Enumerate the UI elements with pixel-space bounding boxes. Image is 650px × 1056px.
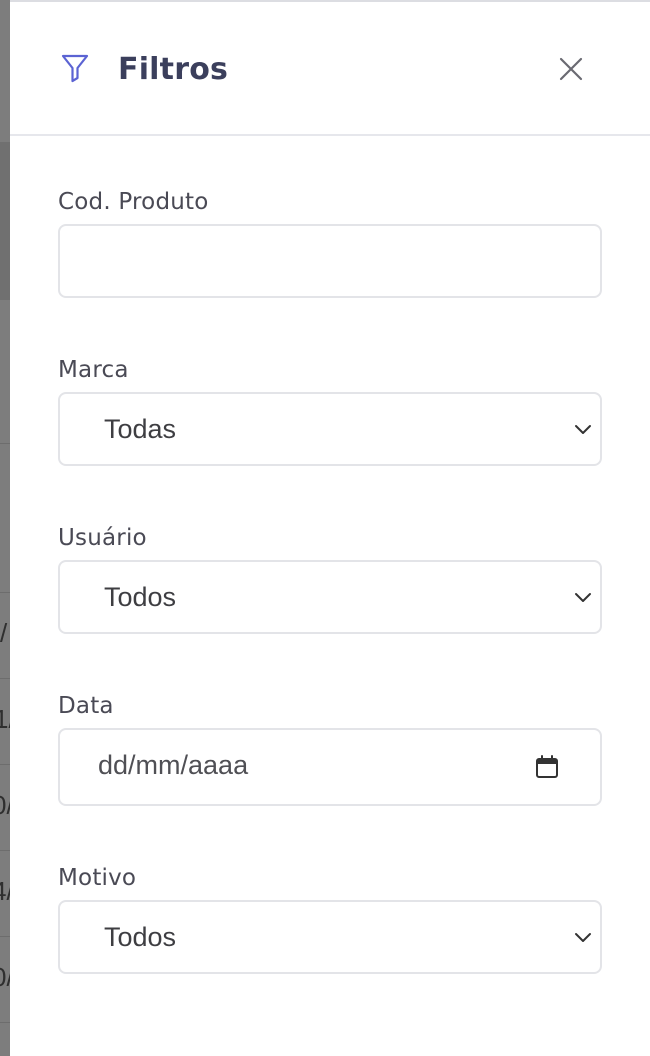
usuario-select[interactable]: Todos — [58, 560, 602, 634]
field-usuario: Usuário Todos — [58, 520, 602, 634]
filter-form: Cod. Produto Marca Todas Usuário Todos D… — [58, 184, 602, 974]
field-motivo: Motivo Todos — [58, 860, 602, 974]
motivo-label: Motivo — [58, 865, 137, 891]
close-icon[interactable] — [554, 52, 588, 86]
marca-label: Marca — [58, 357, 129, 383]
cod-produto-label: Cod. Produto — [58, 189, 209, 215]
chevron-down-icon — [575, 593, 591, 602]
field-cod-produto: Cod. Produto — [58, 184, 602, 298]
chevron-down-icon — [575, 425, 591, 434]
field-data: Data dd/mm/aaaa — [58, 688, 602, 806]
calendar-icon[interactable] — [534, 754, 560, 780]
background-cell-text: 1/ — [0, 704, 16, 734]
data-placeholder: dd/mm/aaaa — [98, 750, 249, 780]
drawer-title: Filtros — [118, 52, 229, 87]
background-cell-text: 0/ — [0, 962, 14, 993]
motivo-select[interactable]: Todos — [58, 900, 602, 974]
drawer-header: Filtros — [10, 2, 650, 136]
usuario-selected-value: Todos — [104, 582, 177, 612]
marca-selected-value: Todas — [104, 414, 177, 444]
marca-select[interactable]: Todas — [58, 392, 602, 466]
usuario-label: Usuário — [58, 525, 147, 551]
data-label: Data — [58, 693, 114, 719]
filter-drawer: Filtros Cod. Produto Marca Todas Usuário… — [10, 0, 650, 1056]
field-marca: Marca Todas — [58, 352, 602, 466]
background-cell-text: 0/ — [0, 790, 14, 821]
filter-icon — [61, 54, 89, 83]
cod-produto-input[interactable] — [58, 224, 602, 298]
motivo-selected-value: Todos — [104, 922, 177, 952]
background-cell-text: 4/ — [0, 876, 14, 907]
data-date-input[interactable]: dd/mm/aaaa — [58, 728, 602, 806]
chevron-down-icon — [575, 933, 591, 942]
